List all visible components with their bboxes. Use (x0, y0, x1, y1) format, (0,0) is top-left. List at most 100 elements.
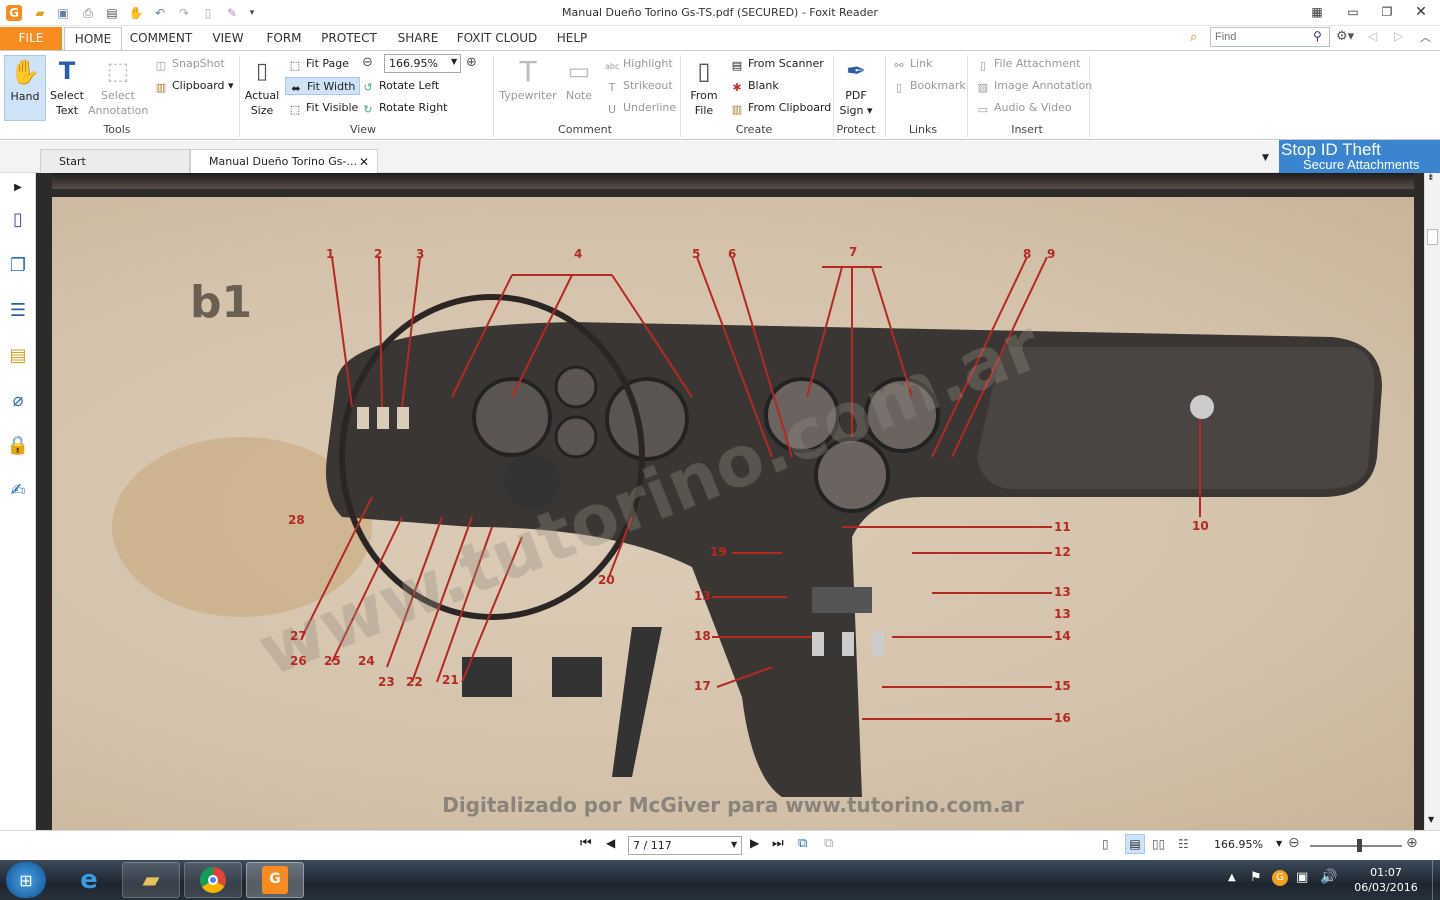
rotate-left-button[interactable]: ↺ Rotate Left (361, 77, 439, 95)
search-input[interactable] (1211, 28, 1311, 46)
tab-form[interactable]: FORM (260, 27, 308, 50)
show-desktop-button[interactable] (1432, 860, 1440, 900)
collapse-ribbon-icon[interactable]: ︿ (1420, 29, 1431, 45)
from-file-button[interactable]: ▯ From File (686, 55, 722, 118)
tab-view[interactable]: VIEW (204, 27, 252, 50)
facing-pages-icon[interactable]: ▯▯ (1152, 837, 1165, 851)
tab-list-dropdown-icon[interactable]: ▼ (1262, 153, 1269, 163)
next-view-icon[interactable]: ⧉ (824, 836, 833, 851)
tab-protect[interactable]: PROTECT (316, 27, 382, 50)
scroll-thumb[interactable] (1427, 229, 1438, 245)
audio-video-button[interactable]: ▭ Audio & Video (976, 99, 1072, 117)
clipboard-button[interactable]: ▥ Clipboard ▾ (154, 77, 234, 95)
search-icon[interactable]: ⚲ (1313, 29, 1322, 43)
tab-share[interactable]: SHARE (390, 27, 446, 50)
hand-button[interactable]: ✋ Hand (4, 55, 46, 121)
document-viewer[interactable]: b1 www.tutorino.com.ar Digitalizado por … (36, 173, 1424, 830)
ribbon-separator (239, 55, 240, 137)
pages-icon[interactable]: ❐ (6, 253, 30, 277)
zoom-slider-thumb[interactable] (1357, 839, 1362, 852)
continuous-page-icon[interactable]: ▤ (1125, 834, 1145, 854)
tab-foxit-cloud[interactable]: FOXIT CLOUD (454, 27, 540, 50)
internet-explorer-icon[interactable]: e (60, 862, 118, 898)
network-icon[interactable]: ▣ (1296, 870, 1308, 885)
strikeout-button[interactable]: T Strikeout (605, 77, 673, 95)
zoom-in-icon[interactable]: ⊕ (466, 55, 477, 70)
scroll-down-icon[interactable]: ▼ (1428, 815, 1434, 824)
actual-size-button[interactable]: ▯ Actual Size (244, 55, 280, 118)
first-page-icon[interactable]: ⏮ (580, 836, 592, 851)
fit-page-button[interactable]: ⬚ Fit Page (288, 55, 349, 73)
vertical-scrollbar[interactable]: ⇟ ▼ (1424, 173, 1440, 830)
foxit-reader-taskbar-icon[interactable]: G (246, 862, 304, 898)
typewriter-button[interactable]: T Typewriter (498, 55, 558, 103)
next-page-icon[interactable]: ▶ (750, 836, 759, 850)
restore-button[interactable]: ❐ (1372, 2, 1402, 22)
single-page-icon[interactable]: ▯ (1102, 837, 1109, 851)
previous-view-icon[interactable]: ⧉ (798, 836, 807, 851)
from-scanner-button[interactable]: ▤ From Scanner (730, 55, 824, 73)
blank-button[interactable]: ✱ Blank (730, 77, 778, 95)
comments-icon[interactable]: ▤ (6, 343, 30, 367)
tab-comment[interactable]: COMMENT (126, 27, 196, 50)
update-tray-icon[interactable]: G (1272, 870, 1288, 886)
underline-button[interactable]: U Underline (605, 99, 676, 117)
volume-icon[interactable]: 🔊 (1320, 869, 1337, 885)
fit-width-icon: ⬌ (291, 82, 301, 95)
tab-start[interactable]: Start (40, 149, 190, 173)
tab-help[interactable]: HELP (550, 27, 594, 50)
minimize-button[interactable]: ▭ (1338, 2, 1368, 22)
find-folder-icon[interactable]: ⌕ (1190, 30, 1208, 46)
split-view-icon[interactable]: ⇟ (1427, 173, 1435, 183)
note-button[interactable]: ▭ Note (560, 55, 598, 103)
settings-icon[interactable]: ⚙▾ (1336, 29, 1354, 44)
security-lock-icon[interactable]: 🔒 (6, 433, 30, 457)
zoom-dropdown-status-icon[interactable]: ▼ (1276, 839, 1282, 848)
layout-icon[interactable]: ▦ (1302, 2, 1332, 22)
tab-document[interactable]: Manual Dueño Torino Gs-... ✕ (190, 149, 378, 173)
start-button[interactable]: ⊞ (6, 862, 46, 898)
page-number-field[interactable]: 7 / 117 ▼ (628, 836, 742, 855)
ribbon-separator (1089, 55, 1090, 137)
zoom-out-status-icon[interactable]: ⊖ (1288, 835, 1300, 851)
clock[interactable]: 01:07 06/03/2016 (1346, 865, 1426, 895)
zoom-select[interactable]: 166.95% ▼ (384, 54, 461, 73)
image-annotation-button[interactable]: ▨ Image Annotation (976, 77, 1092, 95)
highlight-button[interactable]: abc Highlight (605, 55, 673, 73)
layers-icon[interactable]: ☰ (6, 298, 30, 322)
ad-banner[interactable]: Stop ID Theft Secure Attachments (1279, 140, 1440, 173)
underline-label: Underline (623, 101, 677, 114)
zoom-in-status-icon[interactable]: ⊕ (1406, 835, 1418, 851)
continuous-facing-icon[interactable]: ☷ (1178, 837, 1189, 851)
tab-home[interactable]: HOME (64, 27, 122, 51)
tab-file[interactable]: FILE (0, 27, 62, 50)
select-annotation-button[interactable]: ⬚ Select Annotation (88, 55, 148, 118)
action-center-flag-icon[interactable]: ⚑ (1250, 870, 1262, 885)
link-button[interactable]: ⚯ Link (892, 55, 932, 73)
fit-width-button[interactable]: ⬌ Fit Width (285, 77, 361, 95)
from-clipboard-button[interactable]: ▥ From Clipboard (730, 99, 832, 117)
chrome-icon[interactable] (184, 862, 242, 898)
show-hidden-icons[interactable]: ▲ (1228, 872, 1236, 883)
attachments-icon[interactable]: ⌀ (6, 388, 30, 412)
previous-page-icon[interactable]: ◀ (606, 836, 615, 850)
file-explorer-icon[interactable]: ▰ (122, 862, 180, 898)
file-attachment-button[interactable]: ▯ File Attachment (976, 55, 1080, 73)
zoom-out-icon[interactable]: ⊖ (362, 55, 373, 70)
fit-visible-button[interactable]: ⬚ Fit Visible (288, 99, 359, 117)
close-tab-icon[interactable]: ✕ (359, 150, 369, 174)
zoom-slider-track[interactable] (1310, 845, 1402, 847)
back-icon[interactable]: ◁ (1368, 29, 1377, 43)
snapshot-button[interactable]: ◫ SnapShot (154, 55, 225, 73)
close-button[interactable]: ✕ (1406, 2, 1436, 22)
bookmarks-icon[interactable]: ▯ (6, 207, 30, 231)
last-page-icon[interactable]: ⏭ (772, 836, 784, 851)
signatures-icon[interactable]: ✍ (6, 478, 30, 502)
callout-label: 13 (694, 589, 711, 603)
forward-icon[interactable]: ▷ (1394, 29, 1403, 43)
expand-panel-icon[interactable]: ▶ (6, 175, 30, 199)
bookmark-button[interactable]: ▯ Bookmark (892, 77, 966, 95)
rotate-right-button[interactable]: ↻ Rotate Right (361, 99, 447, 117)
select-text-button[interactable]: T Select Text (48, 55, 86, 118)
pdf-sign-button[interactable]: ✒ PDF Sign ▾ (838, 55, 874, 118)
